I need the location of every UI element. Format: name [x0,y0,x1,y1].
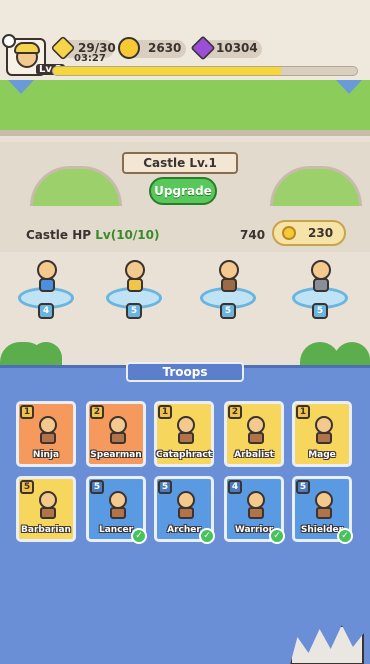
top-hud: Lv.3 29/30 03:27 2630 10304 [0,0,370,80]
deployed-unit-3 [212,258,246,296]
troop-portrait-body [178,432,194,444]
gem-value: 10304 [216,41,258,55]
troop-name: Mage [308,450,336,460]
troop-card-warrior[interactable]: 4 Warrior ✓ [224,476,285,544]
troop-name: Cataphract [155,450,213,460]
troop-level-badge: 5 [158,480,172,494]
gem-icon [190,35,216,61]
troops-title: Troops [126,362,244,382]
coin-icon [118,37,140,59]
troop-card-arbalist[interactable]: 2 Arbalist [224,401,284,467]
deployed-unit-1 [30,258,64,296]
troop-level-badge: 1 [20,405,34,419]
troop-card-cataphract[interactable]: 1 Cataphract [154,401,214,467]
troop-level-badge: 1 [296,405,310,419]
troop-level-badge: 5 [20,480,34,494]
unit-level-badge: 5 [312,303,328,319]
troop-card-lancer[interactable]: 5 Lancer ✓ [86,476,147,544]
checkmark-icon: ✓ [131,528,147,544]
hp-upgrade-cost: 230 [308,226,334,240]
castle-hp-level: Lv(10/10) [95,228,160,242]
checkmark-icon: ✓ [269,528,285,544]
checkmark-icon: ✓ [337,528,353,544]
troop-portrait-body [316,507,332,519]
gem-counter[interactable]: 10304 [190,35,262,61]
troops-panel: Troops 1 Ninja 2 Spearman 1 Cataphract 2 Arbali… [0,362,370,664]
castle-courtyard [0,80,370,136]
troop-portrait-body [316,432,332,444]
unit-level-badge: 5 [126,303,142,319]
troop-portrait-body [40,432,56,444]
troop-portrait-body [178,507,194,519]
troop-portrait-body [248,507,264,519]
troop-name: Arbalist [234,450,274,460]
avatar-hair [14,42,40,54]
troop-level-badge: 4 [228,480,242,494]
troop-card-archer[interactable]: 5 Archer ✓ [154,476,215,544]
deployed-unit-2 [118,258,152,296]
troop-level-badge: 2 [90,405,104,419]
coin-value: 2630 [148,41,182,55]
troop-name: Spearman [90,450,142,460]
troop-card-shielder[interactable]: 5 Shielder ✓ [292,476,353,544]
unit-level-badge: 5 [220,303,236,319]
xp-progress-bar [52,66,358,76]
troop-portrait-body [110,432,126,444]
castle-scene: Castle Lv.1 Upgrade Castle HP Lv(10/10) … [0,80,370,368]
castle-upgrade-button[interactable]: Upgrade [149,177,217,205]
troop-level-badge: 2 [228,405,242,419]
castle-name-tag: Castle Lv.1 [122,152,238,174]
checkmark-icon: ✓ [199,528,215,544]
coin-icon [282,226,296,240]
troop-level-badge: 5 [296,480,310,494]
troop-card-spearman[interactable]: 2 Spearman [86,401,146,467]
hp-upgrade-cost-button[interactable]: 230 [272,220,346,246]
troop-name: Ninja [32,450,60,460]
troop-portrait-body [110,507,126,519]
troop-level-badge: 1 [158,405,172,419]
coin-counter[interactable]: 2630 [118,37,186,59]
castle-hp-label: Castle HP Lv(10/10) [26,228,159,242]
troop-card-ninja[interactable]: 1 Ninja [16,401,76,467]
deployed-unit-4 [304,258,338,296]
xp-progress-fill [53,67,281,75]
troop-level-badge: 5 [90,480,104,494]
troop-card-barbarian[interactable]: 5 Barbarian [16,476,76,542]
lightning-icon [50,35,76,61]
unit-level-badge: 4 [38,303,54,319]
energy-timer: 03:27 [74,53,106,64]
troop-name: Barbarian [21,525,71,535]
troop-portrait-body [40,507,56,519]
castle-hp-title: Castle HP [26,228,92,242]
troop-portrait-body [248,432,264,444]
troop-card-mage[interactable]: 1 Mage [292,401,352,467]
castle-hp-value: 740 [240,228,266,242]
settings-gear-icon[interactable] [2,34,16,48]
